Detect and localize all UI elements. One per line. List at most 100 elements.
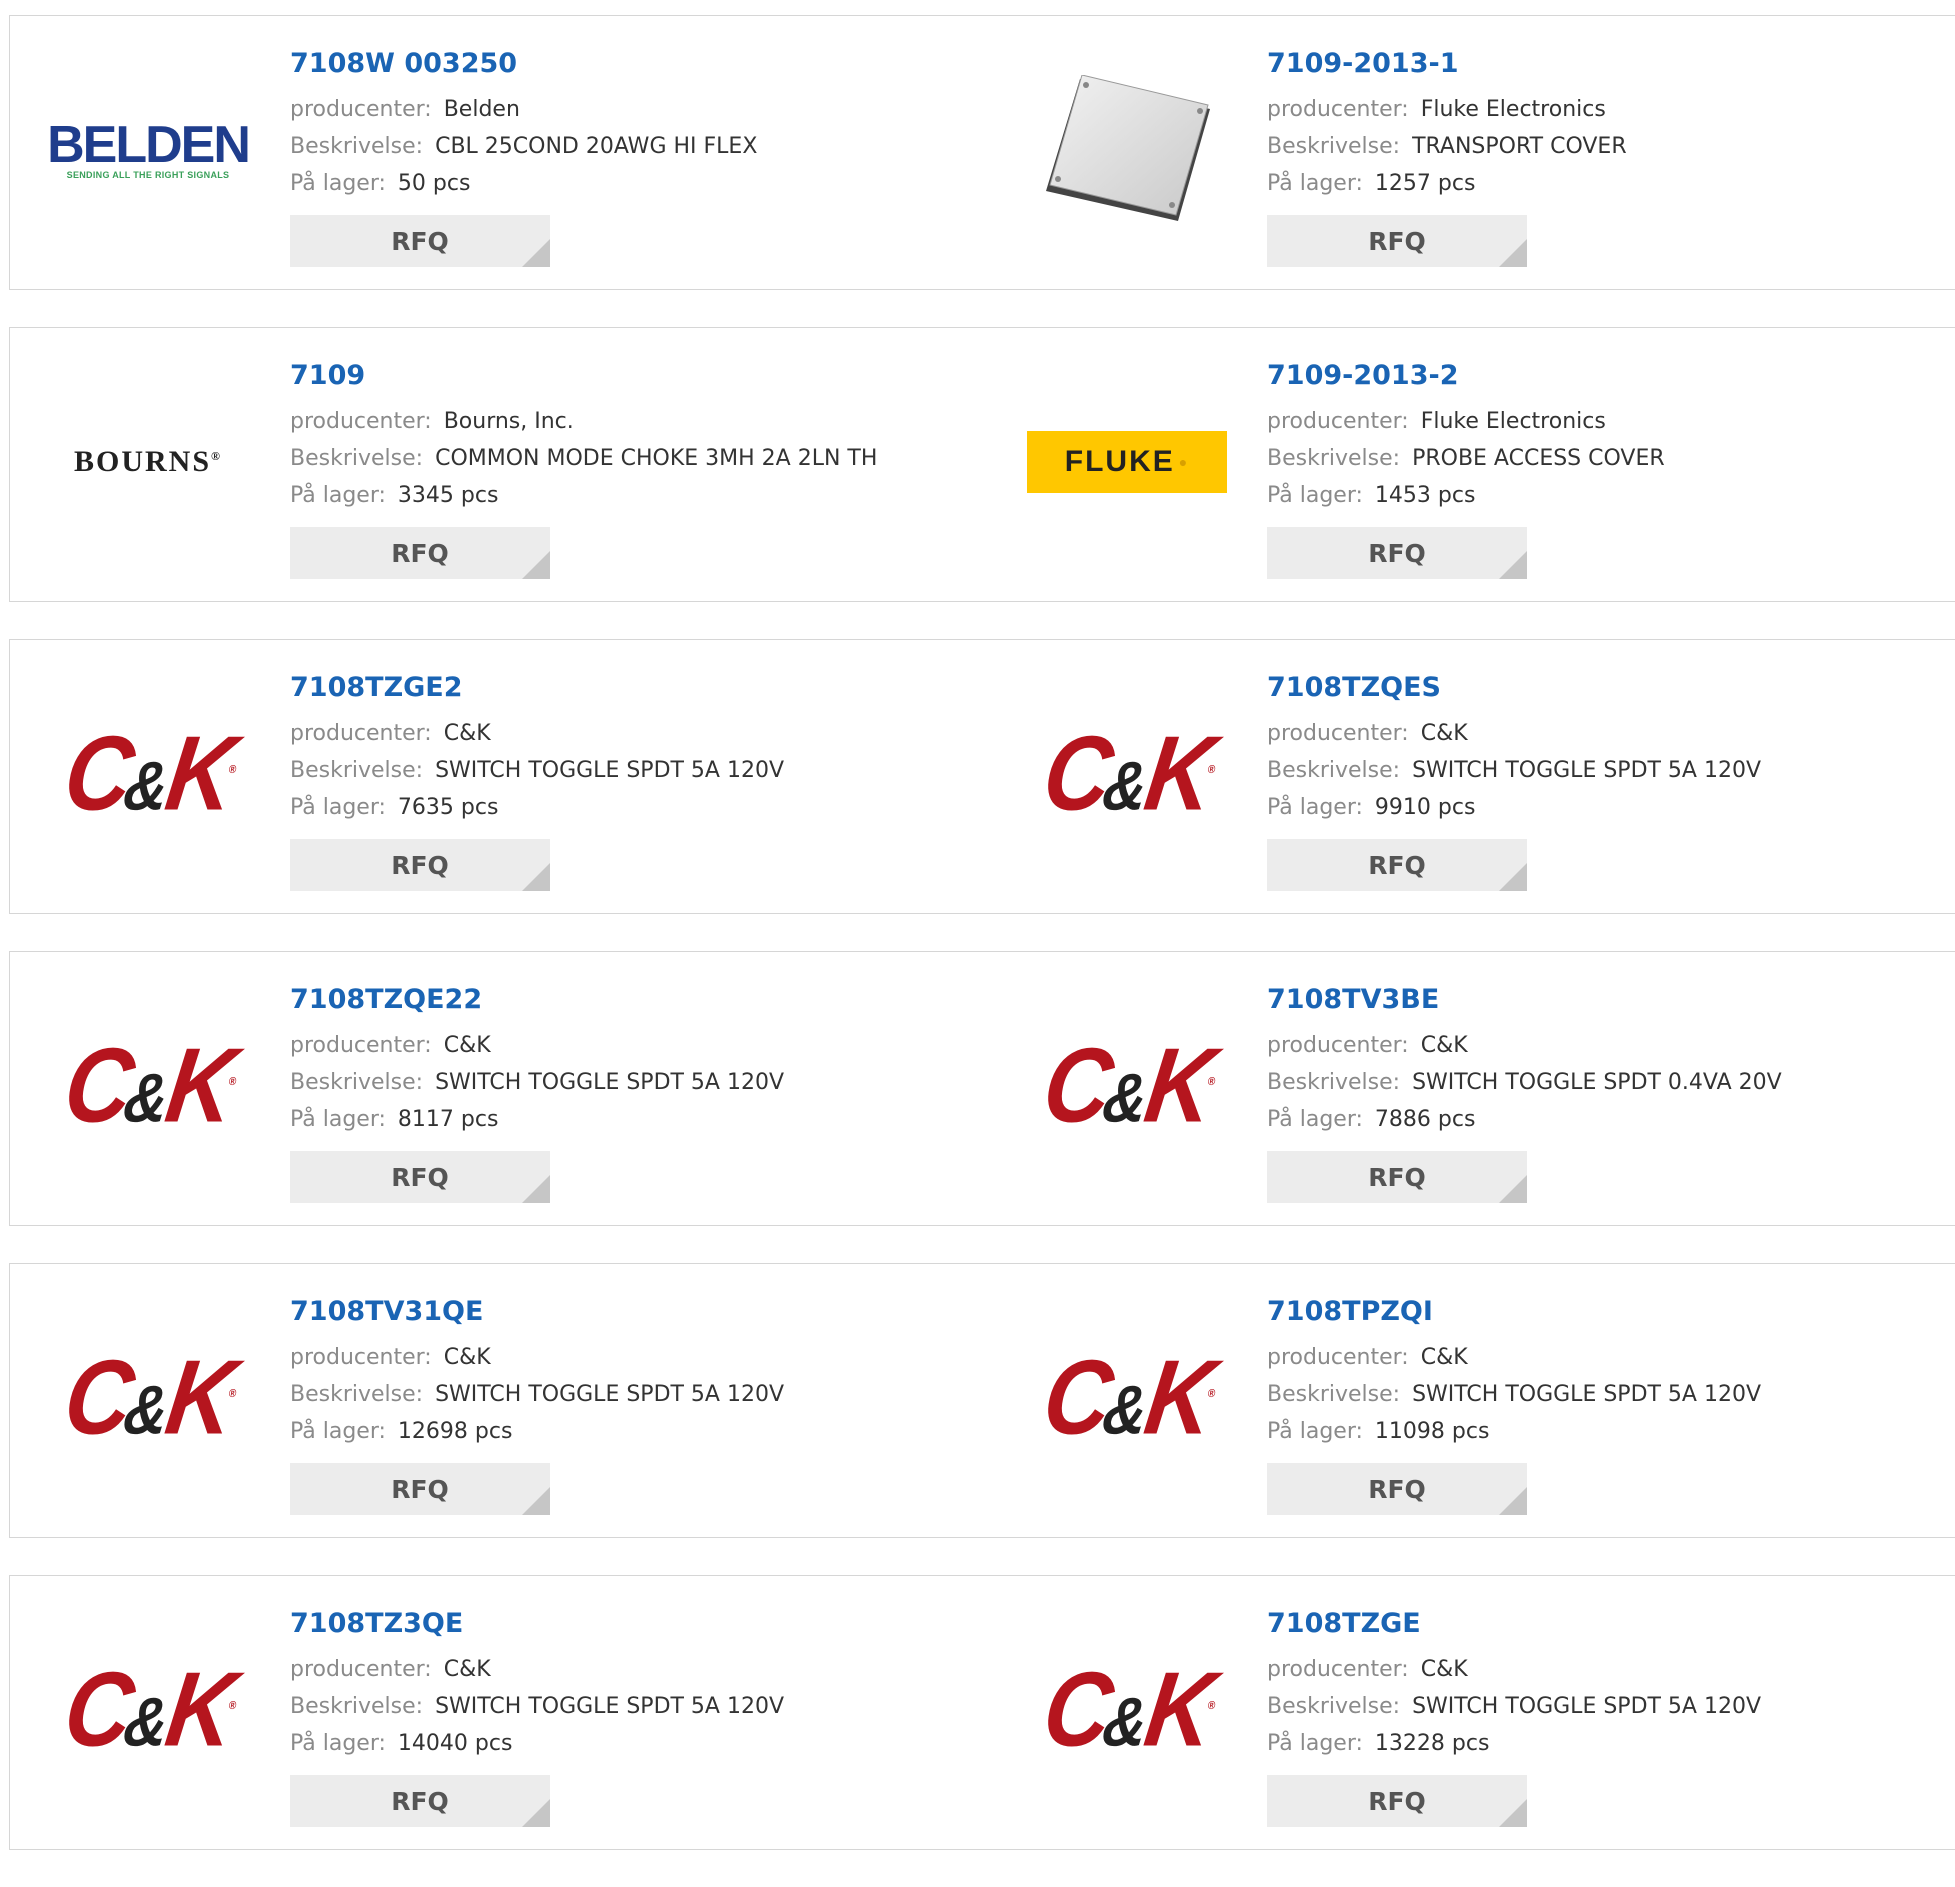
belden-logo: BELDEN SENDING ALL THE RIGHT SIGNALS: [47, 116, 251, 180]
product-row: BOURNS® 7109 producenter: Bourns, Inc. Beskr…: [9, 327, 1955, 602]
description-line: Beskrivelse: CBL 25COND 20AWG HI FLEX: [290, 128, 757, 165]
rfq-label: RFQ: [1368, 850, 1426, 880]
stock-value: 13228 pcs: [1374, 1731, 1490, 1756]
ck-logo: C&K®: [1036, 1027, 1216, 1145]
manufacturer-logo[interactable]: C&K®: [48, 715, 248, 832]
product-info: 7108TZ3QE producenter: C&K Beskrivelse: SWIT…: [290, 1608, 784, 1827]
rfq-label: RFQ: [391, 850, 449, 880]
manufacturer-logo[interactable]: [1027, 75, 1227, 221]
description-label: Beskrivelse:: [1267, 758, 1401, 783]
manufacturer-logo[interactable]: FLUKE ●: [1027, 428, 1227, 496]
rfq-label: RFQ: [1368, 1474, 1426, 1504]
description-line: Beskrivelse: SWITCH TOGGLE SPDT 5A 120V: [1267, 752, 1761, 789]
rfq-label: RFQ: [391, 1786, 449, 1816]
ck-logo: C&K®: [1036, 1339, 1216, 1457]
stock-line: På lager: 1257 pcs: [1267, 165, 1627, 202]
manufacturer-value: C&K: [1420, 1657, 1468, 1682]
description-label: Beskrivelse:: [1267, 446, 1401, 471]
rfq-button[interactable]: RFQ: [1267, 839, 1527, 891]
part-number-link[interactable]: 7108TV3BE: [1267, 984, 1782, 1015]
manufacturer-line: producenter: C&K: [1267, 1027, 1782, 1064]
part-number-link[interactable]: 7108W 003250: [290, 48, 757, 79]
part-number-link[interactable]: 7109-2013-1: [1267, 48, 1627, 79]
part-number-link[interactable]: 7108TZGE: [1267, 1608, 1761, 1639]
manufacturer-line: producenter: C&K: [1267, 1339, 1761, 1376]
rfq-button[interactable]: RFQ: [1267, 1463, 1527, 1515]
part-number-link[interactable]: 7108TV31QE: [290, 1296, 784, 1327]
stock-label: På lager:: [290, 1107, 386, 1132]
manufacturer-value: Bourns, Inc.: [443, 409, 574, 434]
stock-label: På lager:: [290, 1419, 386, 1444]
stock-line: På lager: 12698 pcs: [290, 1413, 784, 1450]
corner-decoration: [1499, 863, 1527, 891]
manufacturer-logo[interactable]: C&K®: [48, 1339, 248, 1456]
manufacturer-logo[interactable]: C&K®: [1027, 1339, 1227, 1456]
manufacturer-logo[interactable]: C&K®: [1027, 1651, 1227, 1768]
rfq-button[interactable]: RFQ: [290, 527, 550, 579]
stock-line: På lager: 11098 pcs: [1267, 1413, 1761, 1450]
stock-line: På lager: 50 pcs: [290, 165, 757, 202]
description-value: SWITCH TOGGLE SPDT 5A 120V: [1412, 1694, 1762, 1719]
manufacturer-logo[interactable]: BOURNS®: [48, 428, 248, 496]
product-info: 7108TZQES producenter: C&K Beskrivelse: SWIT…: [1267, 672, 1761, 891]
rfq-button[interactable]: RFQ: [1267, 1775, 1527, 1827]
product-card: BELDEN SENDING ALL THE RIGHT SIGNALS 7108W…: [9, 15, 988, 290]
manufacturer-line: producenter: C&K: [290, 1339, 784, 1376]
rfq-button[interactable]: RFQ: [290, 215, 550, 267]
rfq-button[interactable]: RFQ: [290, 1775, 550, 1827]
rfq-button[interactable]: RFQ: [290, 839, 550, 891]
description-label: Beskrivelse:: [290, 446, 424, 471]
manufacturer-logo[interactable]: BELDEN SENDING ALL THE RIGHT SIGNALS: [47, 116, 251, 184]
manufacturer-logo[interactable]: C&K®: [48, 1651, 248, 1768]
description-value: PROBE ACCESS COVER: [1412, 446, 1665, 471]
product-info: 7108TZQE22 producenter: C&K Beskrivelse: SWI…: [290, 984, 784, 1203]
stock-value: 1453 pcs: [1374, 483, 1476, 508]
corner-decoration: [522, 239, 550, 267]
part-number-link[interactable]: 7109-2013-2: [1267, 360, 1665, 391]
part-number-link[interactable]: 7108TZQES: [1267, 672, 1761, 703]
manufacturer-value: Belden: [443, 97, 520, 122]
description-line: Beskrivelse: SWITCH TOGGLE SPDT 5A 120V: [290, 752, 784, 789]
part-number-link[interactable]: 7109: [290, 360, 877, 391]
stock-line: På lager: 1453 pcs: [1267, 477, 1665, 514]
part-number-link[interactable]: 7108TZGE2: [290, 672, 784, 703]
stock-label: På lager:: [1267, 171, 1363, 196]
rfq-label: RFQ: [391, 1474, 449, 1504]
stock-label: På lager:: [1267, 795, 1363, 820]
part-number-link[interactable]: 7108TZ3QE: [290, 1608, 784, 1639]
product-row: C&K® 7108TZGE2 producenter: C&K Beskrivelse:…: [9, 639, 1955, 914]
stock-value: 12698 pcs: [397, 1419, 513, 1444]
rfq-button[interactable]: RFQ: [1267, 215, 1527, 267]
product-card: 7109-2013-1 producenter: Fluke Electronics…: [987, 15, 1955, 290]
ck-logo: C&K®: [1036, 715, 1216, 833]
product-card: C&K® 7108TZQES producenter: C&K Beskrivelse:…: [987, 639, 1955, 914]
manufacturer-logo[interactable]: C&K®: [1027, 715, 1227, 832]
product-info: 7108W 003250 producenter: Belden Beskrivels…: [290, 48, 757, 267]
manufacturer-value: C&K: [443, 1033, 491, 1058]
product-row: C&K® 7108TZQE22 producenter: C&K Beskrivelse…: [9, 951, 1955, 1226]
manufacturer-label: producenter:: [290, 721, 432, 746]
part-number-link[interactable]: 7108TPZQI: [1267, 1296, 1761, 1327]
product-info: 7108TPZQI producenter: C&K Beskrivelse: SWIT…: [1267, 1296, 1761, 1515]
manufacturer-value: Fluke Electronics: [1420, 409, 1606, 434]
corner-decoration: [1499, 239, 1527, 267]
product-card: C&K® 7108TV31QE producenter: C&K Beskrivelse…: [9, 1263, 988, 1538]
rfq-button[interactable]: RFQ: [290, 1463, 550, 1515]
description-line: Beskrivelse: SWITCH TOGGLE SPDT 5A 120V: [290, 1688, 784, 1725]
rfq-button[interactable]: RFQ: [1267, 1151, 1527, 1203]
manufacturer-label: producenter:: [1267, 1657, 1409, 1682]
manufacturer-line: producenter: Bourns, Inc.: [290, 403, 877, 440]
rfq-button[interactable]: RFQ: [290, 1151, 550, 1203]
manufacturer-line: producenter: C&K: [1267, 1651, 1761, 1688]
stock-line: På lager: 13228 pcs: [1267, 1725, 1761, 1762]
manufacturer-value: C&K: [1420, 721, 1468, 746]
part-number-link[interactable]: 7108TZQE22: [290, 984, 784, 1015]
manufacturer-value: Fluke Electronics: [1420, 97, 1606, 122]
stock-value: 7635 pcs: [397, 795, 499, 820]
manufacturer-line: producenter: Fluke Electronics: [1267, 403, 1665, 440]
rfq-button[interactable]: RFQ: [1267, 527, 1527, 579]
manufacturer-label: producenter:: [290, 409, 432, 434]
manufacturer-logo[interactable]: C&K®: [48, 1027, 248, 1144]
ck-logo: C&K®: [57, 715, 237, 833]
manufacturer-logo[interactable]: C&K®: [1027, 1027, 1227, 1144]
